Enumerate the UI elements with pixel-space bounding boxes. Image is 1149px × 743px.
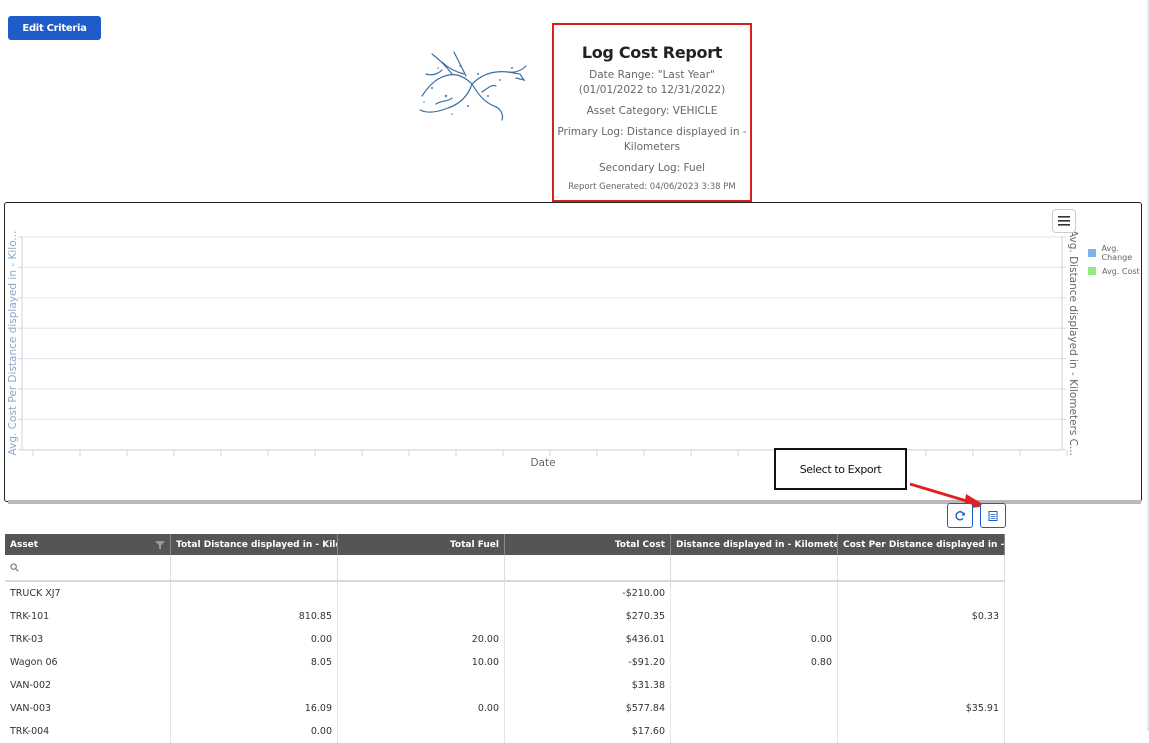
search-icon bbox=[10, 563, 19, 572]
asset-data-grid: Asset Total Distance displayed in - Kilo… bbox=[5, 534, 1005, 743]
cell-asset: TRUCK XJ7 bbox=[5, 582, 171, 605]
column-header-total-cost[interactable]: Total Cost bbox=[505, 534, 671, 555]
column-header-label: Total Fuel bbox=[449, 539, 499, 550]
y-right-axis-label: Avg. Distance displayed in - Kilometers … bbox=[1067, 230, 1079, 456]
hamburger-menu-icon bbox=[1058, 216, 1070, 226]
table-row[interactable]: TRK-101 810.85 $270.35 $0.33 bbox=[5, 605, 1005, 628]
filter-cell[interactable] bbox=[338, 555, 505, 580]
column-header-label: Asset bbox=[10, 539, 39, 550]
x-axis-label: Date bbox=[530, 457, 555, 469]
filter-icon[interactable] bbox=[155, 540, 165, 550]
legend-label: Avg. Cost bbox=[1102, 266, 1140, 276]
cell-cost-per-distance bbox=[838, 582, 1005, 605]
cell-cost-per-distance bbox=[838, 628, 1005, 651]
cell-asset: TRK-101 bbox=[5, 605, 171, 628]
column-header-label: Total Cost bbox=[614, 539, 665, 550]
cell-asset: VAN-002 bbox=[5, 674, 171, 697]
cell-total-fuel bbox=[338, 720, 505, 743]
cell-asset: VAN-003 bbox=[5, 697, 171, 720]
cell-total-cost: $577.84 bbox=[505, 697, 671, 720]
cell-asset: TRK-004 bbox=[5, 720, 171, 743]
cell-total-cost: $17.60 bbox=[505, 720, 671, 743]
cell-total-fuel bbox=[338, 674, 505, 697]
cell-total-distance bbox=[171, 674, 338, 697]
cell-distance bbox=[671, 582, 838, 605]
cell-total-cost: $31.38 bbox=[505, 674, 671, 697]
cell-distance bbox=[671, 697, 838, 720]
grid-body: TRUCK XJ7 -$210.00 TRK-101 810.85 $270.3… bbox=[5, 582, 1005, 743]
cell-distance: 0.00 bbox=[671, 628, 838, 651]
cell-total-fuel bbox=[338, 582, 505, 605]
cell-asset: Wagon 06 bbox=[5, 651, 171, 674]
cell-total-distance bbox=[171, 582, 338, 605]
cell-total-cost: $436.01 bbox=[505, 628, 671, 651]
column-header-total-distance[interactable]: Total Distance displayed in - Kilom... bbox=[171, 534, 338, 555]
column-header-label: Distance displayed in - Kilometers ... bbox=[676, 539, 837, 550]
column-header-distance[interactable]: Distance displayed in - Kilometers ... bbox=[671, 534, 838, 555]
cell-total-distance: 16.09 bbox=[171, 697, 338, 720]
refresh-button[interactable] bbox=[947, 503, 973, 528]
filter-cell[interactable] bbox=[671, 555, 838, 580]
column-header-label: Total Distance displayed in - Kilom... bbox=[176, 539, 337, 550]
cell-total-cost: -$210.00 bbox=[505, 582, 671, 605]
cell-cost-per-distance bbox=[838, 674, 1005, 697]
column-header-asset[interactable]: Asset bbox=[5, 534, 171, 555]
legend-item-avg-cost[interactable]: Avg. Cost bbox=[1088, 262, 1149, 280]
y-left-axis-label: Avg. Cost Per Distance displayed in - Ki… bbox=[7, 231, 19, 456]
filter-cell[interactable] bbox=[171, 555, 338, 580]
export-button[interactable] bbox=[980, 503, 1006, 528]
cell-cost-per-distance bbox=[838, 720, 1005, 743]
cell-total-cost: $270.35 bbox=[505, 605, 671, 628]
filter-cell[interactable] bbox=[505, 555, 671, 580]
table-row[interactable]: TRK-004 0.00 $17.60 bbox=[5, 720, 1005, 743]
column-header-label: Cost Per Distance displayed in - Kil... bbox=[843, 539, 1005, 550]
asset-search-input[interactable] bbox=[5, 555, 171, 580]
cell-total-fuel bbox=[338, 605, 505, 628]
legend-swatch bbox=[1088, 249, 1096, 257]
cell-total-fuel: 0.00 bbox=[338, 697, 505, 720]
cell-cost-per-distance bbox=[838, 651, 1005, 674]
chart-menu-button[interactable] bbox=[1052, 209, 1076, 233]
cell-cost-per-distance: $0.33 bbox=[838, 605, 1005, 628]
table-row[interactable]: VAN-002 $31.38 bbox=[5, 674, 1005, 697]
cell-asset: TRK-03 bbox=[5, 628, 171, 651]
table-row[interactable]: TRUCK XJ7 -$210.00 bbox=[5, 582, 1005, 605]
cell-distance bbox=[671, 605, 838, 628]
export-icon bbox=[988, 510, 998, 521]
legend-item-avg-change[interactable]: Avg. Change bbox=[1088, 244, 1149, 262]
table-row[interactable]: VAN-003 16.09 0.00 $577.84 $35.91 bbox=[5, 697, 1005, 720]
refresh-icon bbox=[955, 510, 965, 520]
filter-cell[interactable] bbox=[838, 555, 1005, 580]
cell-total-distance: 0.00 bbox=[171, 628, 338, 651]
column-header-cost-per-distance[interactable]: Cost Per Distance displayed in - Kil... bbox=[838, 534, 1005, 555]
legend-label: Avg. Change bbox=[1101, 244, 1133, 262]
grid-header-row: Asset Total Distance displayed in - Kilo… bbox=[5, 534, 1005, 555]
cell-total-fuel: 10.00 bbox=[338, 651, 505, 674]
table-row[interactable]: TRK-03 0.00 20.00 $436.01 0.00 bbox=[5, 628, 1005, 651]
cell-total-distance: 810.85 bbox=[171, 605, 338, 628]
cell-distance bbox=[671, 674, 838, 697]
cell-distance bbox=[671, 720, 838, 743]
cell-cost-per-distance: $35.91 bbox=[838, 697, 1005, 720]
chart-legend: Avg. Change Avg. Cost bbox=[1088, 244, 1149, 280]
export-callout: Select to Export bbox=[774, 448, 907, 490]
cell-distance: 0.80 bbox=[671, 651, 838, 674]
cell-total-cost: -$91.20 bbox=[505, 651, 671, 674]
cell-total-distance: 8.05 bbox=[171, 651, 338, 674]
column-header-total-fuel[interactable]: Total Fuel bbox=[338, 534, 505, 555]
export-callout-text: Select to Export bbox=[799, 462, 882, 476]
grid-filter-row bbox=[5, 555, 1005, 582]
cell-total-distance: 0.00 bbox=[171, 720, 338, 743]
callout-arrow-icon bbox=[909, 482, 986, 509]
legend-swatch bbox=[1088, 267, 1096, 275]
table-row[interactable]: Wagon 06 8.05 10.00 -$91.20 0.80 bbox=[5, 651, 1005, 674]
cell-total-fuel: 20.00 bbox=[338, 628, 505, 651]
